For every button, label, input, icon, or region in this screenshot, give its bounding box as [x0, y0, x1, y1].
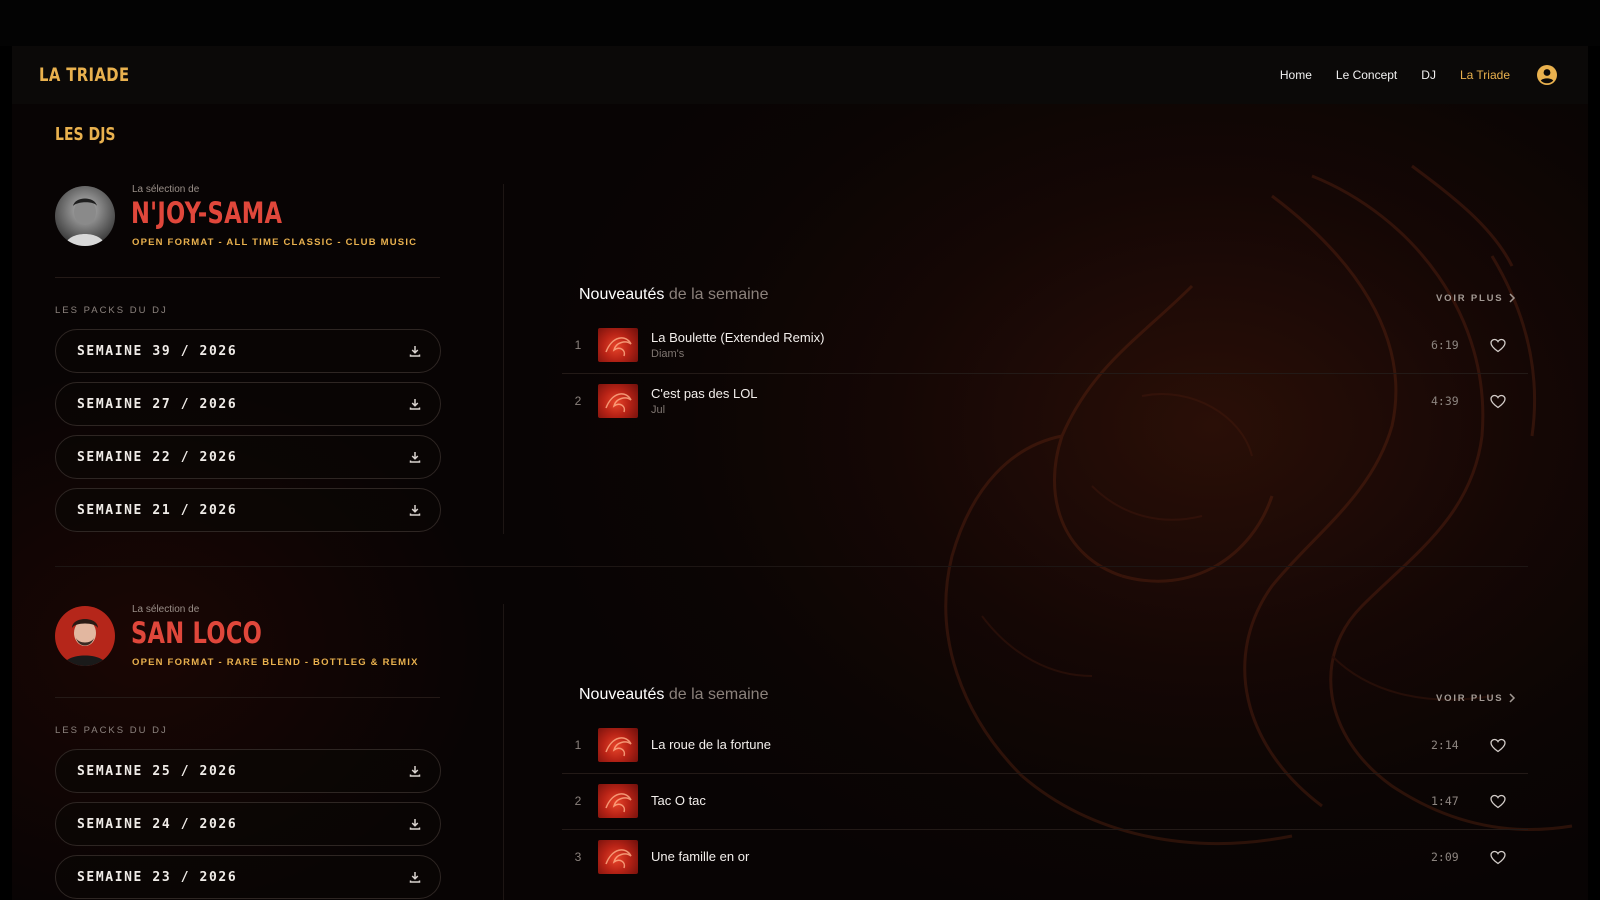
- download-icon: [409, 819, 421, 830]
- track-title: C'est pas des LOL: [651, 386, 758, 401]
- pack-button[interactable]: SEMAINE 22 / 2026: [55, 435, 441, 479]
- nav-le-concept[interactable]: Le Concept: [1336, 68, 1397, 82]
- selection-label: La sélection de: [132, 184, 200, 195]
- download-icon: [409, 766, 421, 777]
- news-title-light: de la semaine: [668, 686, 769, 703]
- track-row[interactable]: 1 La Boulette (Extended Remix) Diam's 6:…: [562, 318, 1528, 374]
- track-row[interactable]: 3 Une famille en or 2:09: [562, 830, 1528, 886]
- download-icon: [409, 399, 421, 410]
- track-artist: Jul: [651, 404, 666, 416]
- dj-tags: OPEN FORMAT - RARE BLEND - BOTTLEG & REM…: [132, 657, 419, 668]
- track-title: La Boulette (Extended Remix): [651, 330, 825, 345]
- download-icon: [409, 505, 421, 516]
- track-duration: 2:09: [1431, 850, 1459, 864]
- dj-name: N'JOY-SAMA: [131, 196, 283, 230]
- news-title: Nouveautés de la semaine: [579, 686, 768, 704]
- pack-button[interactable]: SEMAINE 39 / 2026: [55, 329, 441, 373]
- pack-label: SEMAINE 21 / 2026: [77, 503, 238, 518]
- news-title: Nouveautés de la semaine: [579, 286, 768, 304]
- heart-icon[interactable]: [1490, 738, 1506, 753]
- track-title: La roue de la fortune: [651, 737, 771, 752]
- track-number: 2: [574, 794, 582, 808]
- track-artist: Diam's: [651, 348, 685, 360]
- track-duration: 1:47: [1431, 794, 1459, 808]
- track-number: 3: [574, 850, 582, 864]
- dj-avatar: [55, 606, 115, 666]
- selection-label: La sélection de: [132, 604, 200, 615]
- divider: [55, 697, 440, 698]
- nav-dj[interactable]: DJ: [1421, 68, 1436, 82]
- column-divider: [503, 184, 504, 534]
- pack-button[interactable]: SEMAINE 27 / 2026: [55, 382, 441, 426]
- download-icon: [409, 452, 421, 463]
- top-navigation: LA TRIADE Home Le Concept DJ La Triade: [12, 46, 1588, 104]
- news-title-light: de la semaine: [668, 286, 769, 303]
- track-number: 1: [574, 738, 582, 752]
- main-nav: Home Le Concept DJ La Triade: [1280, 68, 1510, 82]
- packs-label: LES PACKS DU DJ: [55, 725, 168, 736]
- divider: [55, 277, 440, 278]
- download-icon: [409, 346, 421, 357]
- logo[interactable]: LA TRIADE: [39, 64, 130, 86]
- heart-icon[interactable]: [1490, 794, 1506, 809]
- pack-label: SEMAINE 23 / 2026: [77, 870, 238, 885]
- column-divider: [503, 604, 504, 900]
- track-title: Une famille en or: [651, 849, 750, 864]
- dj-tags: OPEN FORMAT - ALL TIME CLASSIC - CLUB MU…: [132, 237, 418, 248]
- app-root: LA TRIADE Home Le Concept DJ La Triade L…: [12, 46, 1588, 900]
- section-divider: [55, 566, 1528, 567]
- page-title: LES DJS: [55, 124, 116, 145]
- heart-icon[interactable]: [1490, 850, 1506, 865]
- heart-icon[interactable]: [1490, 394, 1506, 409]
- track-duration: 2:14: [1431, 738, 1459, 752]
- download-icon: [409, 872, 421, 883]
- track-number: 1: [574, 338, 582, 352]
- news-title-strong: Nouveautés: [579, 686, 665, 703]
- packs-label: LES PACKS DU DJ: [55, 305, 168, 316]
- chevron-right-icon[interactable]: [1508, 293, 1516, 303]
- window-top-bar: [0, 0, 1600, 46]
- user-circle-icon[interactable]: [1537, 65, 1557, 85]
- track-artwork: [598, 840, 638, 874]
- dj-avatar: [55, 186, 115, 246]
- pack-label: SEMAINE 39 / 2026: [77, 344, 238, 359]
- track-artwork: [598, 328, 638, 362]
- pack-button[interactable]: SEMAINE 21 / 2026: [55, 488, 441, 532]
- pack-button[interactable]: SEMAINE 23 / 2026: [55, 855, 441, 899]
- track-artwork: [598, 784, 638, 818]
- track-duration: 4:39: [1431, 394, 1459, 408]
- voir-plus-link[interactable]: VOIR PLUS: [1436, 293, 1503, 304]
- track-row[interactable]: 2 C'est pas des LOL Jul 4:39: [562, 374, 1528, 430]
- voir-plus-link[interactable]: VOIR PLUS: [1436, 693, 1503, 704]
- pack-button[interactable]: SEMAINE 24 / 2026: [55, 802, 441, 846]
- pack-label: SEMAINE 25 / 2026: [77, 764, 238, 779]
- news-title-strong: Nouveautés: [579, 286, 665, 303]
- nav-la-triade[interactable]: La Triade: [1460, 68, 1510, 82]
- pack-label: SEMAINE 24 / 2026: [77, 817, 238, 832]
- heart-icon[interactable]: [1490, 338, 1506, 353]
- track-artwork: [598, 384, 638, 418]
- track-duration: 6:19: [1431, 338, 1459, 352]
- track-row[interactable]: 1 La roue de la fortune 2:14: [562, 718, 1528, 774]
- track-number: 2: [574, 394, 582, 408]
- track-title: Tac O tac: [651, 793, 706, 808]
- chevron-right-icon[interactable]: [1508, 693, 1516, 703]
- pack-label: SEMAINE 22 / 2026: [77, 450, 238, 465]
- dj-name: SAN LOCO: [131, 616, 263, 650]
- track-artwork: [598, 728, 638, 762]
- nav-home[interactable]: Home: [1280, 68, 1312, 82]
- pack-button[interactable]: SEMAINE 25 / 2026: [55, 749, 441, 793]
- track-row[interactable]: 2 Tac O tac 1:47: [562, 774, 1528, 830]
- pack-label: SEMAINE 27 / 2026: [77, 397, 238, 412]
